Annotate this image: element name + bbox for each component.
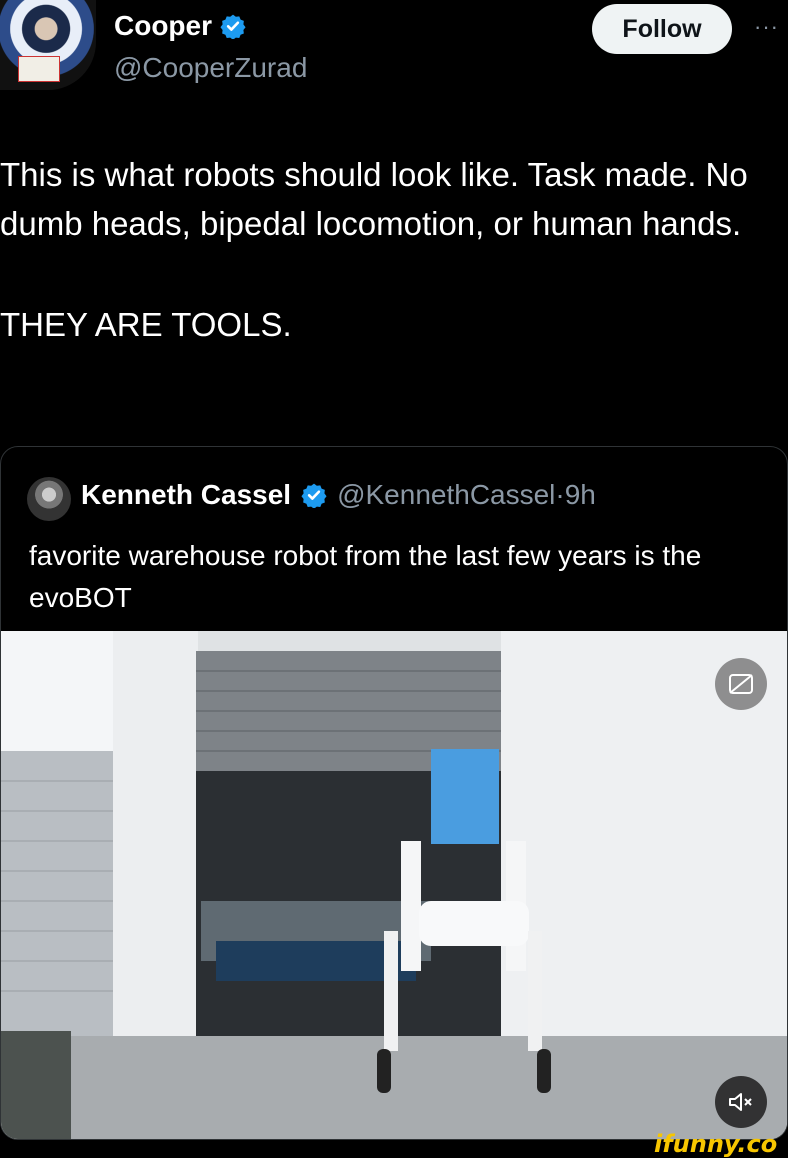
video-frame-image: [1, 631, 787, 1139]
quoted-timestamp[interactable]: 9h: [565, 479, 596, 511]
verified-badge-icon: [301, 483, 327, 508]
quoted-author-handle[interactable]: @KennethCassel: [337, 479, 555, 511]
tweet-text: This is what robots should look like. Ta…: [0, 150, 788, 349]
tweet-line: THEY ARE TOOLS.: [0, 306, 292, 343]
author-avatar[interactable]: [0, 0, 96, 90]
quoted-header: Kenneth Cassel @KennethCassel · 9h: [81, 479, 596, 511]
mute-toggle-button[interactable]: [715, 1076, 767, 1128]
quoted-author-name[interactable]: Kenneth Cassel: [81, 479, 291, 511]
author-name[interactable]: Cooper: [114, 10, 212, 42]
author-handle[interactable]: @CooperZurad: [114, 52, 307, 84]
ifunny-watermark: ifunny.co: [654, 1130, 778, 1158]
captions-cc-icon[interactable]: [715, 658, 767, 710]
quoted-author-avatar[interactable]: [27, 477, 71, 521]
speaker-mute-icon: [729, 1093, 752, 1111]
author-name-row: Cooper: [114, 10, 246, 42]
cc-icon: [729, 674, 753, 694]
quoted-tweet[interactable]: Kenneth Cassel @KennethCassel · 9h favor…: [0, 446, 788, 1140]
more-options-icon[interactable]: ···: [754, 14, 779, 40]
avatar-box-detail: [18, 56, 60, 82]
tweet-line: This is what robots should look like. Ta…: [0, 156, 748, 242]
quoted-text: favorite warehouse robot from the last f…: [29, 540, 702, 613]
follow-button[interactable]: Follow: [592, 4, 732, 54]
time-separator: ·: [555, 479, 565, 510]
verified-badge-icon: [220, 14, 246, 39]
video-player[interactable]: [1, 631, 787, 1139]
